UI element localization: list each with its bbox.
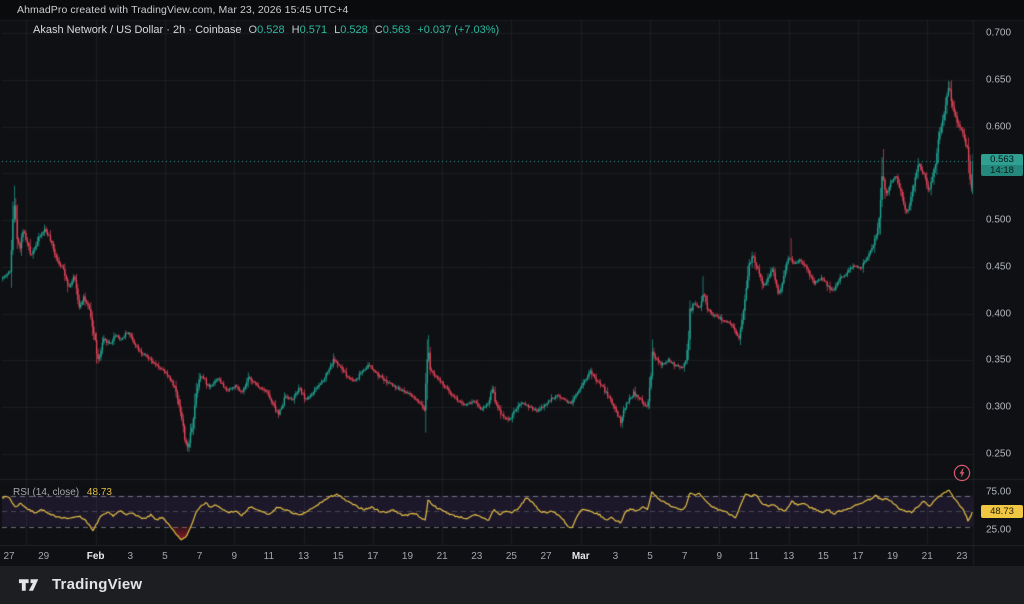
- time-tick-label: 15: [333, 551, 344, 562]
- time-tick-label: 27: [3, 551, 14, 562]
- rsi-axis-badge: 48.73: [981, 505, 1023, 518]
- rsi-tick-label: 25.00: [986, 525, 1011, 536]
- candle-countdown: 14:18: [981, 165, 1023, 176]
- time-tick-label: 17: [852, 551, 863, 562]
- low-value: 0.528: [340, 24, 368, 36]
- tradingview-mark-icon: [18, 577, 45, 593]
- time-tick-label: 23: [471, 551, 482, 562]
- rsi-params: (14, close): [32, 487, 79, 498]
- time-tick-label: 7: [682, 551, 688, 562]
- tradingview-chart-window: { "header": { "attribution": "AhmadPro c…: [0, 0, 1024, 604]
- price-tick-label: 0.600: [986, 121, 1011, 132]
- rsi-value: 48.73: [87, 487, 112, 498]
- last-price-badge: 0.563 14:18: [981, 154, 1023, 176]
- time-tick-label: 27: [541, 551, 552, 562]
- time-tick-label: 21: [922, 551, 933, 562]
- time-tick-label: 11: [749, 551, 759, 562]
- footer-bar: TradingView: [0, 566, 1024, 604]
- time-tick-label: 23: [956, 551, 967, 562]
- time-tick-label: 25: [506, 551, 517, 562]
- high-value: 0.571: [300, 24, 328, 36]
- open-value: 0.528: [257, 24, 285, 36]
- high-label: H: [292, 24, 300, 36]
- time-tick-label: 11: [264, 551, 274, 562]
- change-value: +0.037 (+7.03%): [417, 24, 499, 36]
- time-tick-label: 5: [162, 551, 168, 562]
- rsi-legend[interactable]: RSI (14, close) 48.73: [13, 487, 112, 498]
- time-tick-label: 15: [818, 551, 829, 562]
- time-tick-label: 17: [367, 551, 378, 562]
- lightning-bolt-icon: [953, 464, 971, 482]
- close-label: C: [375, 24, 383, 36]
- time-tick-label: 5: [647, 551, 653, 562]
- close-value: 0.563: [383, 24, 411, 36]
- time-tick-label: 9: [717, 551, 723, 562]
- time-tick-label: 21: [437, 551, 448, 562]
- candlestick-chart-canvas[interactable]: [0, 0, 1024, 604]
- last-price-value: 0.563: [981, 154, 1023, 165]
- rsi-tick-label: 75.00: [986, 486, 1011, 497]
- open-label: O: [249, 24, 258, 36]
- price-tick-label: 0.500: [986, 215, 1011, 226]
- time-tick-label: 9: [231, 551, 237, 562]
- time-tick-label: 19: [887, 551, 898, 562]
- brand-wordmark: TradingView: [52, 576, 142, 593]
- time-tick-label: 3: [127, 551, 133, 562]
- time-tick-label: 29: [38, 551, 49, 562]
- time-tick-label: 19: [402, 551, 413, 562]
- time-tick-label: Mar: [572, 551, 590, 562]
- rsi-title: RSI: [13, 487, 30, 498]
- symbol-title: Akash Network / US Dollar · 2h · Coinbas…: [33, 24, 242, 36]
- time-tick-label: 13: [298, 551, 309, 562]
- tradingview-logo[interactable]: TradingView: [18, 576, 142, 593]
- price-tick-label: 0.350: [986, 355, 1011, 366]
- price-tick-label: 0.400: [986, 308, 1011, 319]
- time-tick-label: Feb: [87, 551, 105, 562]
- boost-button[interactable]: [953, 464, 971, 482]
- price-tick-label: 0.450: [986, 261, 1011, 272]
- attribution-text: AhmadPro created with TradingView.com, M…: [17, 4, 349, 16]
- time-tick-label: 3: [613, 551, 619, 562]
- price-tick-label: 0.700: [986, 28, 1011, 39]
- price-tick-label: 0.250: [986, 449, 1011, 460]
- time-tick-label: 13: [783, 551, 794, 562]
- symbol-legend[interactable]: Akash Network / US Dollar · 2h · Coinbas…: [33, 24, 499, 36]
- price-tick-label: 0.300: [986, 402, 1011, 413]
- price-tick-label: 0.650: [986, 74, 1011, 85]
- time-tick-label: 7: [197, 551, 203, 562]
